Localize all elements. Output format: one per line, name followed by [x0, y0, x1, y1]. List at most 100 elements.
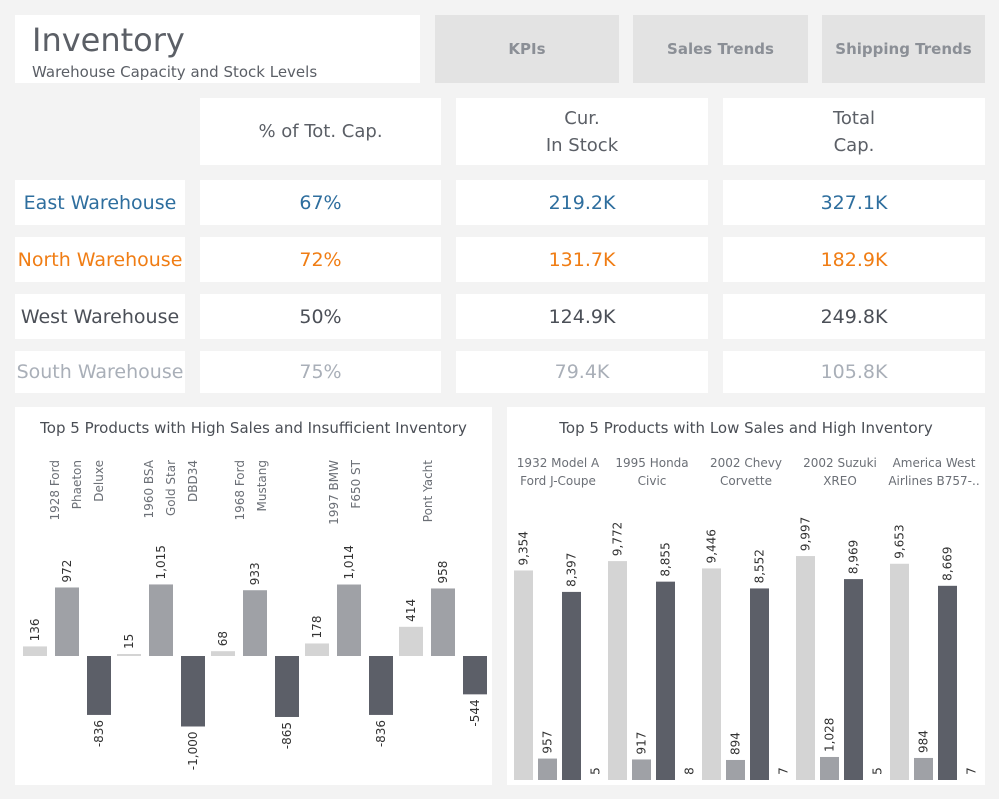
bar-value-label: 984 — [917, 730, 931, 753]
chart-low-sales-high-inventory: 1932 Model A Ford J-Coupe 9,354 957 8,397 5 19… — [514, 456, 980, 780]
bar-value-label: -544 — [468, 699, 482, 726]
bar — [55, 587, 79, 656]
bar-value-label: 5 — [871, 767, 885, 775]
bar — [149, 584, 173, 656]
bar-value-label: 8,552 — [753, 549, 767, 583]
east-in-stock: 219.2K — [456, 180, 708, 225]
north-pct-cap: 72% — [200, 237, 441, 282]
category-label: Deluxe — [92, 460, 106, 502]
chart-panel-high-sales: Top 5 Products with High Sales and Insuf… — [15, 407, 492, 785]
bar — [608, 561, 627, 780]
category-label: America West — [893, 456, 976, 470]
bar-value-label: 178 — [310, 616, 324, 639]
category-label: F650 ST — [349, 459, 363, 508]
east-total-cap: 327.1K — [723, 180, 985, 225]
bar-value-label: -836 — [374, 720, 388, 747]
bar-value-label: 933 — [248, 562, 262, 585]
south-in-stock: 79.4K — [456, 351, 708, 393]
south-total-cap: 105.8K — [723, 351, 985, 393]
bar — [305, 643, 329, 656]
bar-value-label: 9,354 — [517, 531, 531, 565]
category-label: 2002 Chevy — [710, 456, 782, 470]
kpis-button[interactable]: KPIs — [435, 15, 619, 83]
bar-value-label: 917 — [635, 732, 649, 755]
category-label: 2002 Suzuki — [803, 456, 877, 470]
bar — [820, 756, 839, 780]
south-pct-cap: 75% — [200, 351, 441, 393]
bar-value-label: 7 — [965, 767, 979, 775]
category-label: 1932 Model A — [517, 456, 600, 470]
sales-trends-button[interactable]: Sales Trends — [633, 15, 808, 83]
bar-value-label: 8,855 — [659, 542, 673, 576]
category-label: Phaeton — [70, 460, 84, 509]
bar — [463, 656, 487, 695]
east-pct-cap: 67% — [200, 180, 441, 225]
title-card: Inventory Warehouse Capacity and Stock L… — [15, 15, 420, 83]
west-in-stock: 124.9K — [456, 294, 708, 339]
bar-value-label: 15 — [122, 634, 136, 649]
bar — [369, 656, 393, 715]
bar — [938, 585, 957, 780]
category-label: 1997 BMW — [327, 460, 341, 525]
bar-value-label: 957 — [541, 731, 555, 754]
bar — [750, 588, 769, 780]
category-label: Mustang — [255, 460, 269, 512]
warehouse-name-north: North Warehouse — [15, 237, 185, 282]
west-total-cap: 249.8K — [723, 294, 985, 339]
west-pct-cap: 50% — [200, 294, 441, 339]
category-label: Airlines B757-.. — [888, 474, 979, 488]
bar-value-label: 414 — [404, 599, 418, 622]
category-label: XREO — [823, 474, 857, 488]
bar-value-label: 68 — [216, 631, 230, 646]
bar — [702, 568, 721, 780]
bar-value-label: 7 — [777, 767, 791, 775]
category-label: Corvette — [720, 474, 772, 488]
bar-value-label: 972 — [60, 560, 74, 583]
bar — [211, 651, 235, 656]
page-title: Inventory — [32, 21, 185, 59]
bar-value-label: -865 — [280, 722, 294, 749]
bar-value-label: 5 — [589, 767, 603, 775]
bar — [656, 581, 675, 780]
bar — [181, 656, 205, 727]
bar — [243, 590, 267, 656]
chart-high-sales-insufficient-inventory: 1928 Ford Phaeton Deluxe 136 972 -836 1960 BSA… — [23, 459, 487, 771]
bar-value-label: -836 — [92, 720, 106, 747]
north-total-cap: 182.9K — [723, 237, 985, 282]
header-total-capacity: Total Cap. — [723, 98, 985, 165]
bar — [796, 556, 815, 780]
category-label: 1928 Ford — [48, 460, 62, 521]
bar — [514, 570, 533, 780]
bar-value-label: 136 — [28, 619, 42, 642]
bar-value-label: 1,015 — [154, 545, 168, 579]
bar-value-label: -1,000 — [186, 732, 200, 771]
bar — [538, 758, 557, 780]
category-label: 1995 Honda — [615, 456, 688, 470]
warehouse-name-west: West Warehouse — [15, 294, 185, 339]
bar-value-label: 9,653 — [893, 524, 907, 558]
category-label: 1968 Ford — [233, 460, 247, 521]
header-current-in-stock: Cur. In Stock — [456, 98, 708, 165]
bar-value-label: 958 — [436, 561, 450, 584]
bar-value-label: 9,772 — [611, 522, 625, 556]
header-pct-total-capacity: % of Tot. Cap. — [200, 98, 441, 165]
category-label: Civic — [638, 474, 667, 488]
bar — [890, 563, 909, 780]
bar — [632, 759, 651, 780]
category-label: 1960 BSA — [142, 459, 156, 518]
bar-value-label: 8,397 — [565, 553, 579, 587]
bar — [562, 591, 581, 780]
bar — [275, 656, 299, 717]
category-label: Gold Star — [164, 460, 178, 516]
shipping-trends-button[interactable]: Shipping Trends — [822, 15, 985, 83]
bar — [431, 588, 455, 656]
bar — [23, 646, 47, 656]
bar — [914, 757, 933, 780]
north-in-stock: 131.7K — [456, 237, 708, 282]
bar — [726, 759, 745, 780]
page-subtitle: Warehouse Capacity and Stock Levels — [32, 63, 318, 81]
category-label: Ford J-Coupe — [520, 474, 596, 488]
bar-value-label: 8,969 — [847, 540, 861, 574]
bar-value-label: 1,014 — [342, 545, 356, 579]
warehouse-name-south: South Warehouse — [15, 351, 185, 393]
